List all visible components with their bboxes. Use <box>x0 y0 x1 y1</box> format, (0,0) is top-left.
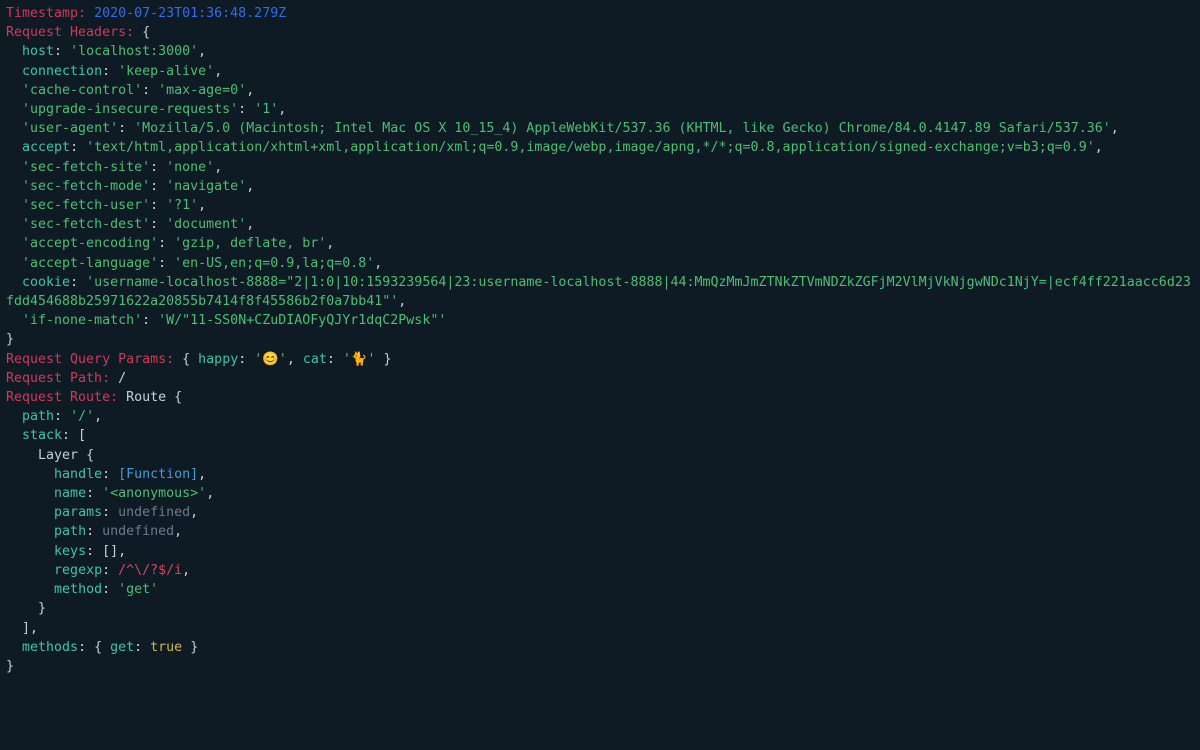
hdr-sfu-key: 'sec-fetch-user' <box>22 198 150 213</box>
hdr-sfd-val: 'document' <box>166 217 246 232</box>
layer-regexp-val: /^\/?$/i <box>118 563 182 578</box>
hdr-accept-key: accept <box>22 140 70 155</box>
terminal-output: Timestamp: 2020-07-23T01:36:48.279Z Requ… <box>0 0 1200 676</box>
route-path-key: path <box>22 409 54 424</box>
timestamp-value: 2020-07-23T01:36:48.279Z <box>94 6 286 21</box>
hdr-cache-control-key: 'cache-control' <box>22 83 142 98</box>
hdr-sfd-key: 'sec-fetch-dest' <box>22 217 150 232</box>
layer-name-key: name <box>54 486 86 501</box>
route-path-val: '/' <box>70 409 94 424</box>
layer-path-key: path <box>54 524 86 539</box>
hdr-sfm-val: 'navigate' <box>166 179 246 194</box>
hdr-sfs-key: 'sec-fetch-site' <box>22 160 150 175</box>
path-label: Request Path: <box>6 371 110 386</box>
hdr-host-key: host <box>22 44 54 59</box>
query-cat-val: '🐈' <box>343 352 376 367</box>
layer-handle-key: handle <box>54 467 102 482</box>
hdr-accenc-key: 'accept-encoding' <box>22 236 158 251</box>
headers-label: Request Headers: <box>6 25 134 40</box>
layer-path-val: undefined <box>102 524 174 539</box>
route-methods-key: methods <box>22 640 78 655</box>
hdr-inm-val: 'W/"11-SS0N+CZuDIAOFyQJYr1dqC2Pwsk"' <box>158 313 446 328</box>
layer-name-val: '<anonymous>' <box>102 486 206 501</box>
path-value: / <box>118 371 126 386</box>
hdr-sfu-val: '?1' <box>166 198 198 213</box>
hdr-cache-control-val: 'max-age=0' <box>158 83 246 98</box>
hdr-connection-key: connection <box>22 64 102 79</box>
layer-method-key: method <box>54 582 102 597</box>
route-classname: Route <box>126 390 166 405</box>
methods-get-key: get <box>110 640 134 655</box>
hdr-connection-val: 'keep-alive' <box>118 64 214 79</box>
layer-params-key: params <box>54 505 102 520</box>
layer-params-val: undefined <box>118 505 190 520</box>
query-cat-key: cat <box>303 352 327 367</box>
hdr-user-agent-key: 'user-agent' <box>22 121 118 136</box>
query-happy-key: happy <box>198 352 238 367</box>
query-label: Request Query Params: <box>6 352 174 367</box>
layer-method-val: 'get' <box>118 582 158 597</box>
layer-keys-key: keys <box>54 544 86 559</box>
hdr-sfs-val: 'none' <box>166 160 214 175</box>
hdr-accept-val: 'text/html,application/xhtml+xml,applica… <box>86 140 1095 155</box>
hdr-user-agent-val: 'Mozilla/5.0 (Macintosh; Intel Mac OS X … <box>134 121 1111 136</box>
methods-get-val: true <box>150 640 182 655</box>
hdr-accenc-val: 'gzip, deflate, br' <box>174 236 326 251</box>
route-stack-key: stack <box>22 428 62 443</box>
route-label: Request Route: <box>6 390 118 405</box>
hdr-upgrade-insecure-val: '1' <box>254 102 278 117</box>
hdr-acclang-val: 'en-US,en;q=0.9,la;q=0.8' <box>174 256 374 271</box>
hdr-host-val: 'localhost:3000' <box>70 44 198 59</box>
hdr-acclang-key: 'accept-language' <box>22 256 158 271</box>
hdr-cookie-val: 'username-localhost-8888="2|1:0|10:15932… <box>6 275 1191 309</box>
layer-handle-val: [Function] <box>118 467 198 482</box>
hdr-sfm-key: 'sec-fetch-mode' <box>22 179 150 194</box>
layer-classname: Layer <box>38 448 78 463</box>
hdr-inm-key: 'if-none-match' <box>22 313 142 328</box>
hdr-cookie-key: cookie <box>22 275 70 290</box>
layer-regexp-key: regexp <box>54 563 102 578</box>
layer-keys-val: [] <box>102 544 118 559</box>
timestamp-label: Timestamp: <box>6 6 86 21</box>
hdr-upgrade-insecure-key: 'upgrade-insecure-requests' <box>22 102 238 117</box>
query-happy-val: '😊' <box>254 352 287 367</box>
